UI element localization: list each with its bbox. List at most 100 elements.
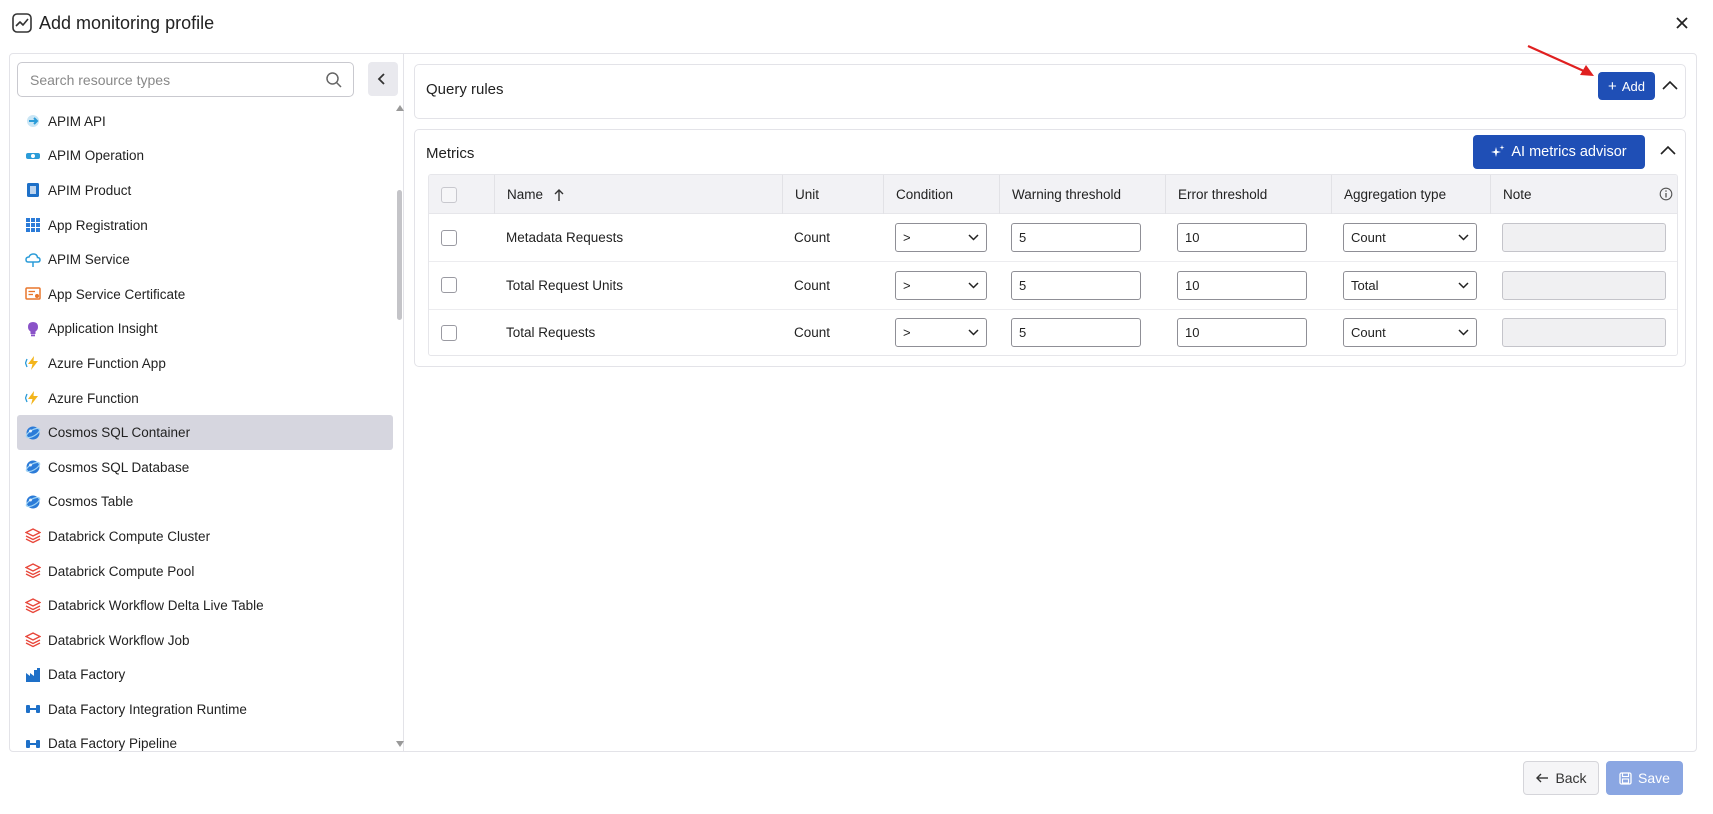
column-header-condition[interactable]: Condition [883,175,999,214]
sidebar-item-label: APIM Product [48,182,132,198]
search-icon[interactable] [325,71,343,89]
column-header-aggregation[interactable]: Aggregation type [1331,175,1490,214]
sidebar-item-data-factory[interactable]: Data Factory [17,658,393,693]
sidebar-item-databrick-workflow-delta-live-table[interactable]: Databrick Workflow Delta Live Table [17,588,393,623]
sidebar-scrollbar[interactable] [395,105,405,751]
sidebar-item-label: Cosmos SQL Container [48,425,191,441]
aggregation-cell: Count [1343,309,1477,355]
databricks-icon [25,597,41,613]
sidebar-item-app-registration[interactable]: App Registration [17,208,393,243]
warning-cell [1011,214,1141,261]
aggregation-cell: Count [1343,214,1477,261]
aggregation-select[interactable]: Count [1343,223,1477,252]
ai-metrics-advisor-button[interactable]: AI metrics advisor [1473,135,1645,169]
aggregation-select[interactable]: Total [1343,270,1477,300]
sidebar-item-apim-product[interactable]: APIM Product [17,173,393,208]
table-row: Total Requests Count > Count [429,309,1677,355]
column-header-warning[interactable]: Warning threshold [999,175,1165,214]
sidebar-item-cosmos-table[interactable]: Cosmos Table [17,485,393,520]
sidebar-item-app-service-certificate[interactable]: App Service Certificate [17,277,393,312]
table-row: Metadata Requests Count > Count [429,214,1677,262]
data-factory-pipeline-icon [26,739,40,748]
sidebar-item-databrick-compute-cluster[interactable]: Databrick Compute Cluster [17,519,393,554]
sidebar-item-application-insight[interactable]: Application Insight [17,312,393,347]
sidebar-item-apim-service[interactable]: APIM Service [17,242,393,277]
databricks-icon [25,563,41,579]
collapse-sidebar-button[interactable] [368,62,398,96]
aggregation-value: Count [1351,230,1386,245]
sidebar-item-label: Databrick Workflow Delta Live Table [48,598,264,614]
sidebar-item-databrick-compute-pool[interactable]: Databrick Compute Pool [17,554,393,589]
data-factory-runtime-icon [26,705,40,714]
add-query-rule-button[interactable]: + Add [1598,72,1655,100]
back-button[interactable]: Back [1523,761,1599,795]
query-rules-title: Query rules [426,81,504,98]
scroll-down-arrow[interactable] [396,741,404,747]
condition-select[interactable]: > [895,270,987,300]
scroll-up-arrow[interactable] [396,105,404,111]
search-box [17,62,354,97]
sidebar-item-azure-function-app[interactable]: Azure Function App [17,346,393,381]
row-select-cell [441,309,457,355]
metric-unit: Count [794,277,831,293]
search-input[interactable] [30,70,320,90]
apim-service-icon [25,252,41,267]
warning-threshold-input[interactable] [1011,318,1141,347]
condition-value: > [903,325,911,340]
error-cell [1177,214,1307,261]
note-cell [1502,309,1666,355]
column-header-name[interactable]: Name [494,175,782,214]
column-header-note[interactable]: Note [1490,175,1677,214]
column-header-unit[interactable]: Unit [782,175,883,214]
collapse-query-rules-icon[interactable] [1661,79,1679,91]
chevron-down-icon [1458,281,1469,289]
collapse-metrics-icon[interactable] [1659,144,1677,156]
info-icon[interactable] [1659,187,1673,201]
select-all-checkbox[interactable] [441,186,457,203]
condition-select[interactable]: > [895,318,987,347]
sidebar-item-label: APIM API [48,113,106,129]
row-checkbox[interactable] [441,229,457,246]
error-threshold-input[interactable] [1177,223,1307,252]
note-field[interactable] [1502,270,1666,300]
condition-select[interactable]: > [895,223,987,252]
error-cell [1177,309,1307,355]
ai-button-label: AI metrics advisor [1511,144,1627,160]
plus-icon: + [1608,77,1617,95]
warning-threshold-input[interactable] [1011,270,1141,300]
row-checkbox[interactable] [441,324,457,341]
note-field[interactable] [1502,223,1666,252]
sidebar-item-databrick-workflow-job[interactable]: Databrick Workflow Job [17,623,393,658]
resource-type-list: APIM API APIM Operation APIM Product App Re… [17,104,393,752]
error-threshold-input[interactable] [1177,270,1307,300]
function-icon [25,391,38,406]
table-header: Name Unit Condition Warning threshold Er… [429,175,1677,214]
cosmos-icon [25,426,41,440]
sidebar-item-apim-operation[interactable]: APIM Operation [17,139,393,174]
sort-ascending-icon[interactable] [553,188,565,202]
row-checkbox[interactable] [441,277,457,293]
sidebar-item-label: Data Factory [48,667,126,683]
sparkle-icon [1491,145,1505,157]
scroll-thumb[interactable] [397,190,402,320]
function-app-icon [25,356,38,371]
cosmos-icon [25,495,41,509]
note-field[interactable] [1502,318,1666,347]
sidebar-item-data-factory-pipeline[interactable]: Data Factory Pipeline [17,727,393,752]
sidebar-item-data-factory-integration-runtime[interactable]: Data Factory Integration Runtime [17,692,393,727]
close-icon[interactable] [1672,13,1692,33]
warning-threshold-input[interactable] [1011,223,1141,252]
chevron-down-icon [1458,329,1469,336]
column-header-error[interactable]: Error threshold [1165,175,1331,214]
sidebar-item-cosmos-sql-container[interactable]: Cosmos SQL Container [17,415,393,450]
add-button-label: Add [1621,78,1645,94]
aggregation-select[interactable]: Count [1343,318,1477,347]
sidebar-item-cosmos-sql-database[interactable]: Cosmos SQL Database [17,450,393,485]
error-threshold-input[interactable] [1177,318,1307,347]
sidebar-item-apim-api[interactable]: APIM API [17,104,393,139]
save-button[interactable]: Save [1606,761,1683,795]
save-label: Save [1638,770,1670,786]
sidebar-item-azure-function[interactable]: Azure Function [17,381,393,416]
sidebar-item-label: Azure Function App [48,355,166,371]
sidebar-item-label: Cosmos Table [48,494,134,510]
